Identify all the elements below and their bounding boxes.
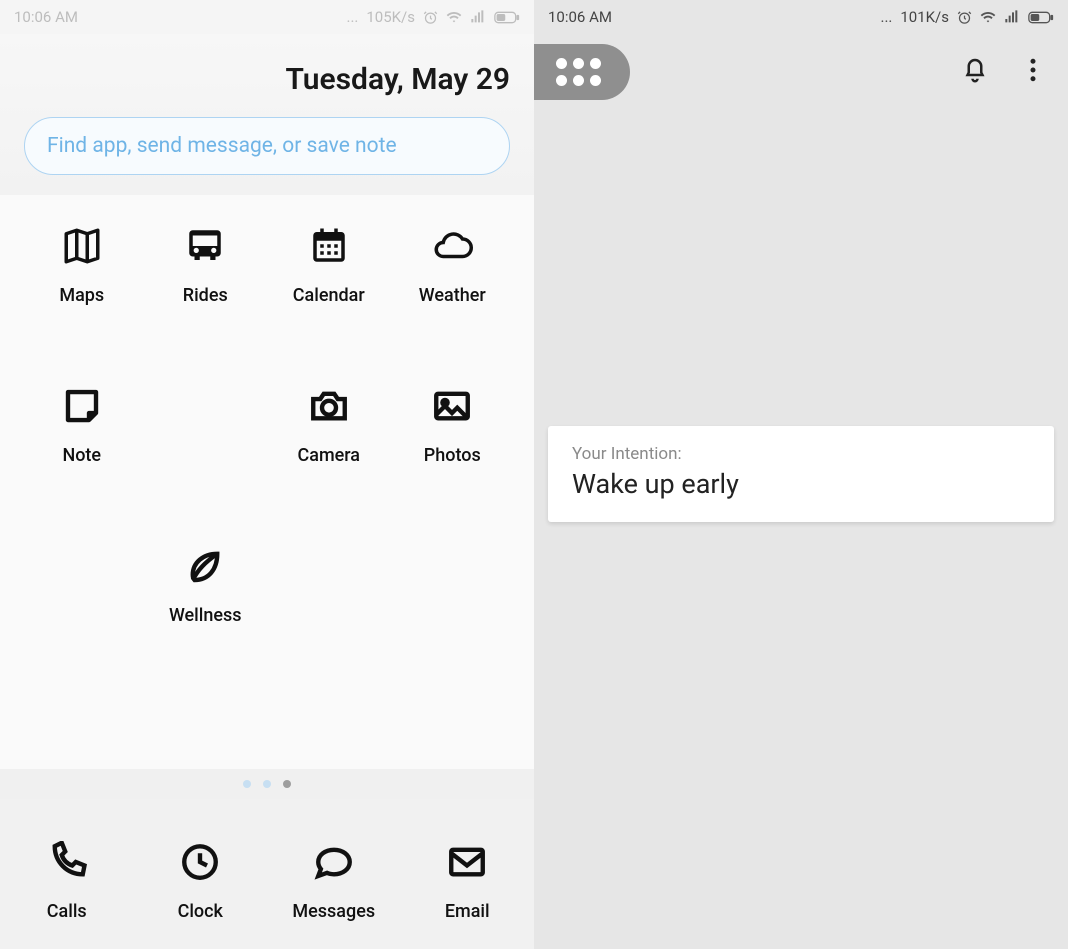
bell-icon[interactable] <box>960 55 990 89</box>
status-right: ... 105K/s <box>346 8 520 26</box>
intention-card[interactable]: Your Intention: Wake up early <box>548 426 1054 522</box>
launcher-secondary-screen: 10:06 AM ... 101K/s Your Intention: Wake… <box>534 0 1068 949</box>
app-bar <box>534 34 1068 110</box>
photo-icon <box>431 385 473 431</box>
signal-icon <box>1004 9 1020 25</box>
dock-label: Messages <box>292 901 375 922</box>
battery-icon <box>494 11 520 24</box>
status-bar: 10:06 AM ... 105K/s <box>0 0 534 34</box>
note-icon <box>61 385 103 431</box>
dock-clock[interactable]: Clock <box>134 841 268 922</box>
map-icon <box>61 225 103 271</box>
signal-icon <box>470 9 486 25</box>
status-time: 10:06 AM <box>14 8 78 26</box>
app-weather[interactable]: Weather <box>391 225 515 385</box>
app-label: Camera <box>297 445 360 466</box>
battery-icon <box>1028 11 1054 24</box>
app-note[interactable]: Note <box>20 385 144 545</box>
more-dots-icon: ... <box>880 8 892 26</box>
page-indicator <box>0 769 534 799</box>
cloud-icon <box>431 225 473 271</box>
calendar-icon <box>308 225 350 271</box>
search-input[interactable]: Find app, send message, or save note <box>24 117 510 175</box>
intention-text: Wake up early <box>572 468 1030 500</box>
app-calendar[interactable]: Calendar <box>267 225 391 385</box>
dock-messages[interactable]: Messages <box>267 841 401 922</box>
app-label: Wellness <box>169 605 242 626</box>
bus-icon <box>184 225 226 271</box>
status-right: ... 101K/s <box>880 8 1054 26</box>
app-wellness[interactable]: Wellness <box>144 545 268 705</box>
wifi-icon <box>446 9 462 25</box>
status-bar: 10:06 AM ... 101K/s <box>534 0 1068 34</box>
dock-label: Calls <box>47 901 87 922</box>
app-maps[interactable]: Maps <box>20 225 144 385</box>
network-speed: 105K/s <box>366 8 415 26</box>
dock-label: Email <box>445 901 490 922</box>
phone-icon <box>46 841 88 887</box>
home-canvas[interactable]: Your Intention: Wake up early <box>534 110 1068 949</box>
status-time: 10:06 AM <box>548 8 612 26</box>
dock-bar: Calls Clock Messages Email <box>0 799 534 949</box>
mail-icon <box>446 841 488 887</box>
app-label: Rides <box>183 285 228 306</box>
header-area: Tuesday, May 29 Find app, send message, … <box>0 34 534 195</box>
launcher-home-screen: 10:06 AM ... 105K/s Tuesday, May 29 Find… <box>0 0 534 949</box>
clock-icon <box>179 841 221 887</box>
app-label: Weather <box>419 285 486 306</box>
alarm-icon <box>957 10 972 25</box>
page-dot[interactable] <box>243 780 251 788</box>
wifi-icon <box>980 9 996 25</box>
overflow-menu-icon[interactable] <box>1018 55 1048 89</box>
page-dot[interactable] <box>263 780 271 788</box>
app-label: Calendar <box>293 285 365 306</box>
intention-label: Your Intention: <box>572 444 1030 464</box>
dock-calls[interactable]: Calls <box>0 841 134 922</box>
app-camera[interactable]: Camera <box>267 385 391 545</box>
dock-email[interactable]: Email <box>401 841 535 922</box>
date-title: Tuesday, May 29 <box>24 62 510 97</box>
chat-icon <box>313 841 355 887</box>
search-placeholder: Find app, send message, or save note <box>47 134 397 158</box>
app-drawer-button[interactable] <box>534 44 630 100</box>
app-label: Note <box>62 445 101 466</box>
more-dots-icon: ... <box>346 8 358 26</box>
dock-label: Clock <box>178 901 223 922</box>
camera-icon <box>308 385 350 431</box>
app-rides[interactable]: Rides <box>144 225 268 385</box>
page-dot-active[interactable] <box>283 780 291 788</box>
app-label: Photos <box>424 445 481 466</box>
app-grid: Maps Rides Calendar Weather Note Camera … <box>0 195 534 769</box>
app-photos[interactable]: Photos <box>391 385 515 545</box>
network-speed: 101K/s <box>900 8 949 26</box>
leaf-icon <box>184 545 226 591</box>
alarm-icon <box>423 10 438 25</box>
app-label: Maps <box>59 285 104 306</box>
